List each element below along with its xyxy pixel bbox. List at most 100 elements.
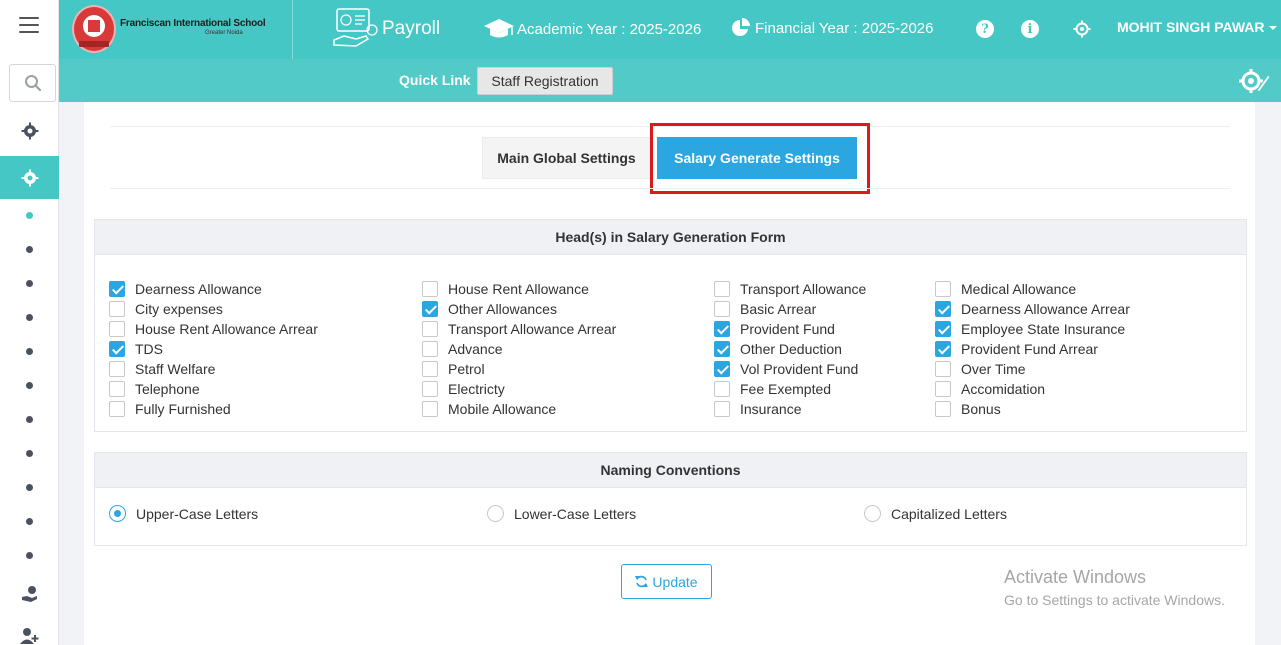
sidebar-item-setup[interactable] <box>0 121 59 141</box>
checkbox-unchecked[interactable] <box>714 281 730 297</box>
checkbox-unchecked[interactable] <box>714 381 730 397</box>
sidebar-subitem-7[interactable] <box>26 416 33 423</box>
radio-unselected[interactable] <box>487 505 504 522</box>
checkbox-unchecked[interactable] <box>422 361 438 377</box>
sidebar-search-button[interactable] <box>9 64 56 102</box>
checkbox-unchecked[interactable] <box>109 361 125 377</box>
sidebar-subitem-10[interactable] <box>26 518 33 525</box>
head-checkbox-label: Fee Exempted <box>740 381 832 397</box>
head-checkbox-item[interactable]: Other Deduction <box>714 339 842 359</box>
checkbox-checked[interactable] <box>109 281 125 297</box>
settings-button[interactable] <box>1072 19 1092 39</box>
head-checkbox-item[interactable]: Medical Allowance <box>935 279 1076 299</box>
checkbox-unchecked[interactable] <box>714 401 730 417</box>
naming-radio-option[interactable]: Lower-Case Letters <box>487 505 636 522</box>
update-button[interactable]: Update <box>621 564 712 599</box>
user-menu[interactable]: MOHIT SINGH PAWAR <box>1117 19 1278 35</box>
head-checkbox-label: Over Time <box>961 361 1026 377</box>
staff-registration-button[interactable]: Staff Registration <box>477 67 613 95</box>
checkbox-unchecked[interactable] <box>422 321 438 337</box>
head-checkbox-item[interactable]: Over Time <box>935 359 1026 379</box>
head-checkbox-item[interactable]: Provident Fund <box>714 319 835 339</box>
head-checkbox-item[interactable]: Basic Arrear <box>714 299 816 319</box>
checkbox-unchecked[interactable] <box>422 401 438 417</box>
checkbox-checked[interactable] <box>109 341 125 357</box>
head-checkbox-item[interactable]: Staff Welfare <box>109 359 215 379</box>
tab-main-global-settings[interactable]: Main Global Settings <box>482 137 651 179</box>
naming-radio-option[interactable]: Capitalized Letters <box>864 505 1007 522</box>
head-checkbox-item[interactable]: Dearness Allowance <box>109 279 262 299</box>
checkbox-unchecked[interactable] <box>935 401 951 417</box>
checkbox-checked[interactable] <box>935 321 951 337</box>
naming-radio-label: Lower-Case Letters <box>514 505 637 522</box>
checkbox-checked[interactable] <box>935 301 951 317</box>
sidebar-subitem-3[interactable] <box>26 280 33 287</box>
head-checkbox-item[interactable]: Advance <box>422 339 502 359</box>
help-button[interactable]: ? <box>975 19 995 39</box>
quick-settings-button[interactable] <box>1237 67 1271 95</box>
checkbox-unchecked[interactable] <box>109 321 125 337</box>
financial-year[interactable]: Financial Year : 2025-2026 <box>731 18 933 38</box>
checkbox-unchecked[interactable] <box>109 381 125 397</box>
checkbox-unchecked[interactable] <box>422 341 438 357</box>
checkbox-checked[interactable] <box>935 341 951 357</box>
head-checkbox-item[interactable]: Petrol <box>422 359 485 379</box>
head-checkbox-item[interactable]: Other Allowances <box>422 299 557 319</box>
sidebar-item-add-user[interactable] <box>0 626 59 645</box>
head-checkbox-item[interactable]: Mobile Allowance <box>422 399 556 419</box>
checkbox-checked[interactable] <box>714 321 730 337</box>
menu-icon[interactable] <box>19 17 39 33</box>
head-checkbox-item[interactable]: Dearness Allowance Arrear <box>935 299 1130 319</box>
school-logo-area[interactable]: Franciscan International School Greater … <box>59 0 293 59</box>
head-checkbox-item[interactable]: Provident Fund Arrear <box>935 339 1098 359</box>
module-selector[interactable]: Payroll <box>332 8 440 50</box>
head-checkbox-item[interactable]: City expenses <box>109 299 223 319</box>
head-checkbox-label: Medical Allowance <box>961 281 1077 297</box>
checkbox-unchecked[interactable] <box>109 301 125 317</box>
sidebar-subitem-2[interactable] <box>26 246 33 253</box>
sidebar-subitem-8[interactable] <box>26 450 33 457</box>
head-checkbox-item[interactable]: Electricty <box>422 379 505 399</box>
sidebar-subitem-5[interactable] <box>26 348 33 355</box>
head-checkbox-item[interactable]: Transport Allowance Arrear <box>422 319 616 339</box>
head-checkbox-item[interactable]: Vol Provident Fund <box>714 359 858 379</box>
checkbox-unchecked[interactable] <box>935 281 951 297</box>
user-name: MOHIT SINGH PAWAR <box>1117 19 1265 35</box>
sidebar-subitem-11[interactable] <box>26 552 33 559</box>
radio-selected[interactable] <box>109 505 126 522</box>
sidebar-item-settings[interactable] <box>0 156 59 199</box>
head-checkbox-item[interactable]: Fee Exempted <box>714 379 831 399</box>
sidebar-subitem-9[interactable] <box>26 484 33 491</box>
checkbox-checked[interactable] <box>714 361 730 377</box>
checkbox-unchecked[interactable] <box>935 361 951 377</box>
head-checkbox-item[interactable]: Insurance <box>714 399 801 419</box>
naming-radio-option[interactable]: Upper-Case Letters <box>109 505 258 522</box>
head-checkbox-item[interactable]: Bonus <box>935 399 1001 419</box>
head-checkbox-item[interactable]: Accomidation <box>935 379 1045 399</box>
checkbox-unchecked[interactable] <box>935 381 951 397</box>
tab-salary-generate-settings[interactable]: Salary Generate Settings <box>657 137 857 179</box>
checkbox-checked[interactable] <box>422 301 438 317</box>
sidebar-subitem-6[interactable] <box>26 382 33 389</box>
checkbox-checked[interactable] <box>714 341 730 357</box>
heads-section-title: Head(s) in Salary Generation Form <box>95 220 1246 255</box>
head-checkbox-item[interactable]: Fully Furnished <box>109 399 231 419</box>
head-checkbox-label: Electricty <box>448 381 505 397</box>
head-checkbox-item[interactable]: Transport Allowance <box>714 279 866 299</box>
checkbox-unchecked[interactable] <box>109 401 125 417</box>
head-checkbox-item[interactable]: House Rent Allowance <box>422 279 589 299</box>
head-checkbox-item[interactable]: TDS <box>109 339 163 359</box>
sidebar-item-payroll[interactable] <box>0 584 59 604</box>
checkbox-unchecked[interactable] <box>714 301 730 317</box>
checkbox-unchecked[interactable] <box>422 381 438 397</box>
info-button[interactable]: i <box>1020 19 1040 39</box>
head-checkbox-item[interactable]: Employee State Insurance <box>935 319 1125 339</box>
radio-unselected[interactable] <box>864 505 881 522</box>
sidebar-subitem-4[interactable] <box>26 314 33 321</box>
checkbox-unchecked[interactable] <box>422 281 438 297</box>
divider <box>110 126 1230 127</box>
sidebar-subitem-1[interactable] <box>26 212 33 219</box>
academic-year[interactable]: Academic Year : 2025-2026 <box>483 18 701 40</box>
head-checkbox-item[interactable]: Telephone <box>109 379 200 399</box>
head-checkbox-item[interactable]: House Rent Allowance Arrear <box>109 319 318 339</box>
